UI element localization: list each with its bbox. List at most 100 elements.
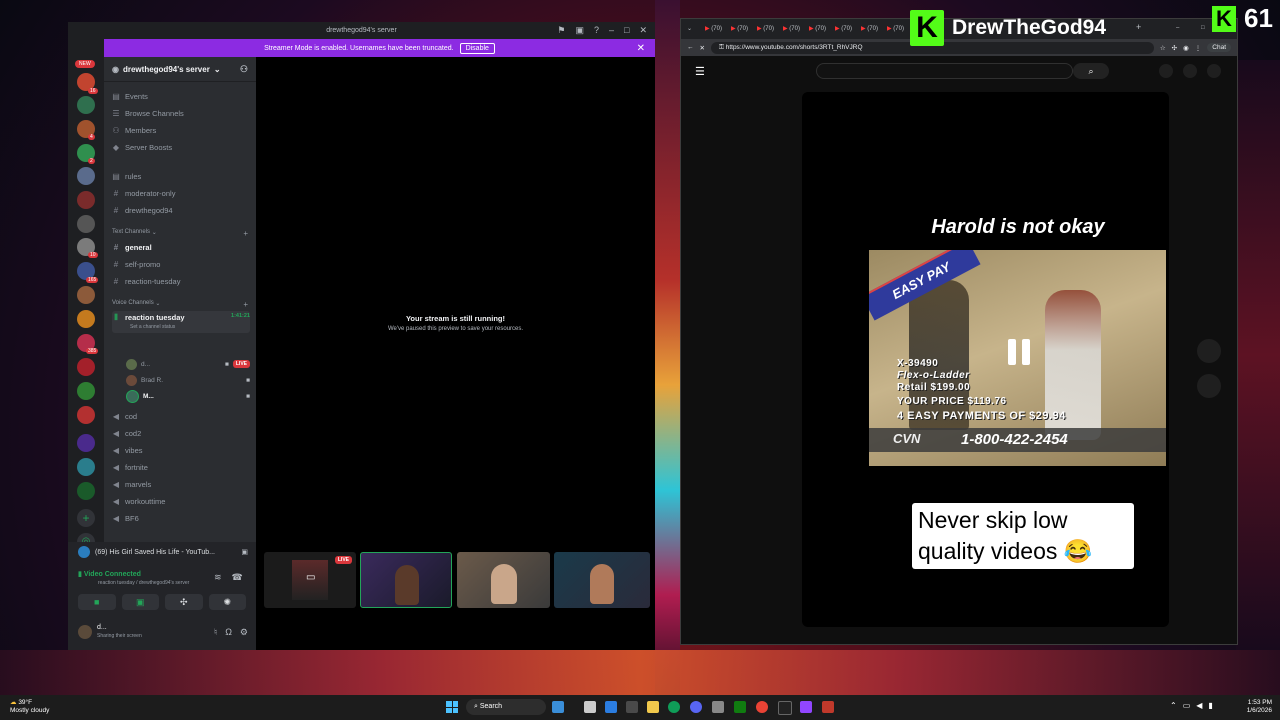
- search-input[interactable]: [816, 63, 1073, 79]
- activity-row[interactable]: (69) His Girl Saved His Life - YouTub...…: [78, 546, 248, 558]
- voice-channel-cod[interactable]: ◀ cod: [112, 409, 250, 424]
- youtube-tab-icon[interactable]: ▶ (70): [731, 25, 748, 32]
- server-icon[interactable]: [77, 458, 95, 476]
- maximize-icon[interactable]: □: [1201, 25, 1205, 31]
- channel-reaction-tuesday[interactable]: # reaction-tuesday: [112, 274, 250, 289]
- server-icon[interactable]: [77, 167, 95, 185]
- network-icon[interactable]: ▭: [1183, 701, 1191, 710]
- weather-widget[interactable]: ☁ 39°F Mostly cloudy: [10, 699, 49, 715]
- server-icon[interactable]: [77, 382, 95, 400]
- chat-button[interactable]: Chat: [1207, 43, 1231, 52]
- voice-user[interactable]: M... ■: [126, 389, 250, 403]
- next-short-icon[interactable]: [1197, 374, 1221, 398]
- profile-icon[interactable]: ◉: [1183, 44, 1189, 52]
- channel-general[interactable]: # general: [112, 240, 250, 255]
- app-icon[interactable]: [800, 701, 812, 713]
- voice-channel-cod2[interactable]: ◀ cod2: [112, 426, 250, 441]
- volume-icon[interactable]: ◀: [1196, 701, 1202, 710]
- store-icon[interactable]: [626, 701, 638, 713]
- voice-channel-vibes[interactable]: ◀ vibes: [112, 443, 250, 458]
- category-voice-channels[interactable]: Voice Channels ⌄ +: [112, 300, 248, 309]
- chrome-icon[interactable]: [756, 701, 768, 713]
- settings-icon[interactable]: [712, 701, 724, 713]
- close-icon[interactable]: ✕: [639, 25, 647, 36]
- disconnect-icon[interactable]: ☎: [232, 572, 243, 583]
- youtube-tab-icon[interactable]: ▶ (70): [835, 25, 852, 32]
- previous-short-icon[interactable]: [1197, 339, 1221, 363]
- youtube-tab-icon[interactable]: ▶ (70): [783, 25, 800, 32]
- voice-user[interactable]: Brad R. ■: [126, 373, 250, 387]
- server-icon[interactable]: [77, 434, 95, 452]
- copilot-icon[interactable]: [552, 701, 564, 713]
- short-video-player[interactable]: Harold is not okay EASY PAY X-39490 Flex…: [802, 92, 1169, 627]
- inbox-icon[interactable]: ⚑: [557, 25, 565, 36]
- channel-drewthegod94[interactable]: # drewthegod94: [112, 203, 250, 218]
- server-icon[interactable]: [77, 358, 95, 376]
- search-icon[interactable]: ⌕: [1073, 63, 1109, 79]
- channel-moderator-only[interactable]: # moderator-only: [112, 186, 250, 201]
- stream-tile[interactable]: ▭ LIVE: [264, 552, 356, 608]
- add-channel-icon[interactable]: +: [243, 300, 248, 309]
- settings-gear-icon[interactable]: ⚙: [240, 627, 248, 638]
- microphone-icon[interactable]: ♮: [214, 627, 217, 638]
- category-text-channels[interactable]: Text Channels ⌄ +: [112, 229, 248, 238]
- maximize-icon[interactable]: □: [624, 25, 629, 36]
- voice-user[interactable]: d... ■ LIVE: [126, 357, 250, 371]
- server-icon[interactable]: [77, 96, 95, 114]
- server-icon[interactable]: [77, 286, 95, 304]
- notifications-icon[interactable]: [1183, 64, 1197, 78]
- chevron-up-icon[interactable]: ⌃: [1170, 701, 1177, 710]
- nav-members[interactable]: ⚇ Members: [112, 123, 250, 138]
- video-frame[interactable]: EASY PAY X-39490 Flex-o-Ladder Retail $1…: [869, 250, 1166, 466]
- extension-icon[interactable]: ✣: [1172, 44, 1177, 52]
- voice-channel-bf6[interactable]: ◀ BF6: [112, 511, 250, 526]
- participant-video[interactable]: [360, 552, 452, 608]
- server-header[interactable]: ◉ drewthegod94's server ⌄ ⚇: [104, 57, 256, 82]
- channel-rules[interactable]: ▤ rules: [112, 169, 250, 184]
- participant-video[interactable]: [554, 552, 650, 608]
- voice-channel-workouttime[interactable]: ◀ workouttime: [112, 494, 250, 509]
- star-icon[interactable]: ☆: [1160, 44, 1166, 52]
- youtube-tab-icon[interactable]: ▶ (70): [887, 25, 904, 32]
- headphones-icon[interactable]: Ω: [225, 627, 232, 638]
- voice-channel-marvels[interactable]: ◀ marvels: [112, 477, 250, 492]
- server-icon[interactable]: [77, 191, 95, 209]
- taskbar-search[interactable]: ⌕ Search: [466, 699, 546, 715]
- participant-video[interactable]: [457, 552, 550, 608]
- clock[interactable]: 1:53 PM 1/6/2026: [1247, 699, 1272, 715]
- youtube-tab-icon[interactable]: ▶ (70): [705, 25, 722, 32]
- reload-icon[interactable]: ✕: [700, 44, 705, 52]
- minimize-icon[interactable]: –: [1176, 25, 1179, 31]
- edge-icon[interactable]: [605, 701, 617, 713]
- screen-icon[interactable]: ▣: [575, 25, 584, 36]
- camera-button[interactable]: ■: [78, 594, 116, 610]
- disable-button[interactable]: Disable: [459, 42, 495, 54]
- battery-icon[interactable]: ▮: [1208, 701, 1212, 710]
- user-area[interactable]: d... Sharing their screen ♮ Ω ⚙: [78, 624, 248, 640]
- pause-icon[interactable]: [1006, 339, 1036, 375]
- youtube-tab-icon[interactable]: ▶ (70): [757, 25, 774, 32]
- add-channel-icon[interactable]: +: [243, 229, 248, 238]
- screen-share-button[interactable]: ▣: [121, 594, 159, 610]
- task-view-icon[interactable]: [584, 701, 596, 713]
- new-tab-icon[interactable]: +: [1136, 22, 1141, 32]
- youtube-tab-icon[interactable]: ▶ (70): [809, 25, 826, 32]
- tab-search-icon[interactable]: ⌄: [687, 25, 692, 32]
- xbox-icon[interactable]: [734, 701, 746, 713]
- nav-browse-channels[interactable]: ☰ Browse Channels: [112, 106, 250, 121]
- back-icon[interactable]: ←: [687, 44, 694, 51]
- voice-channel-fortnite[interactable]: ◀ fortnite: [112, 460, 250, 475]
- server-icon[interactable]: [77, 215, 95, 233]
- nav-server-boosts[interactable]: ◆ Server Boosts: [112, 140, 250, 155]
- edge-browser-icon[interactable]: [668, 701, 680, 713]
- soundboard-button[interactable]: ✺: [208, 594, 246, 610]
- close-icon[interactable]: ✕: [637, 43, 645, 54]
- youtube-tab-icon[interactable]: ▶ (70): [861, 25, 878, 32]
- minimize-icon[interactable]: –: [609, 25, 614, 36]
- add-server-icon[interactable]: +: [77, 509, 95, 527]
- invite-icon[interactable]: ⚇: [240, 64, 248, 75]
- create-icon[interactable]: [1159, 64, 1173, 78]
- help-icon[interactable]: ?: [594, 25, 599, 36]
- server-icon[interactable]: [77, 310, 95, 328]
- channel-status[interactable]: Set a channel status: [130, 324, 175, 330]
